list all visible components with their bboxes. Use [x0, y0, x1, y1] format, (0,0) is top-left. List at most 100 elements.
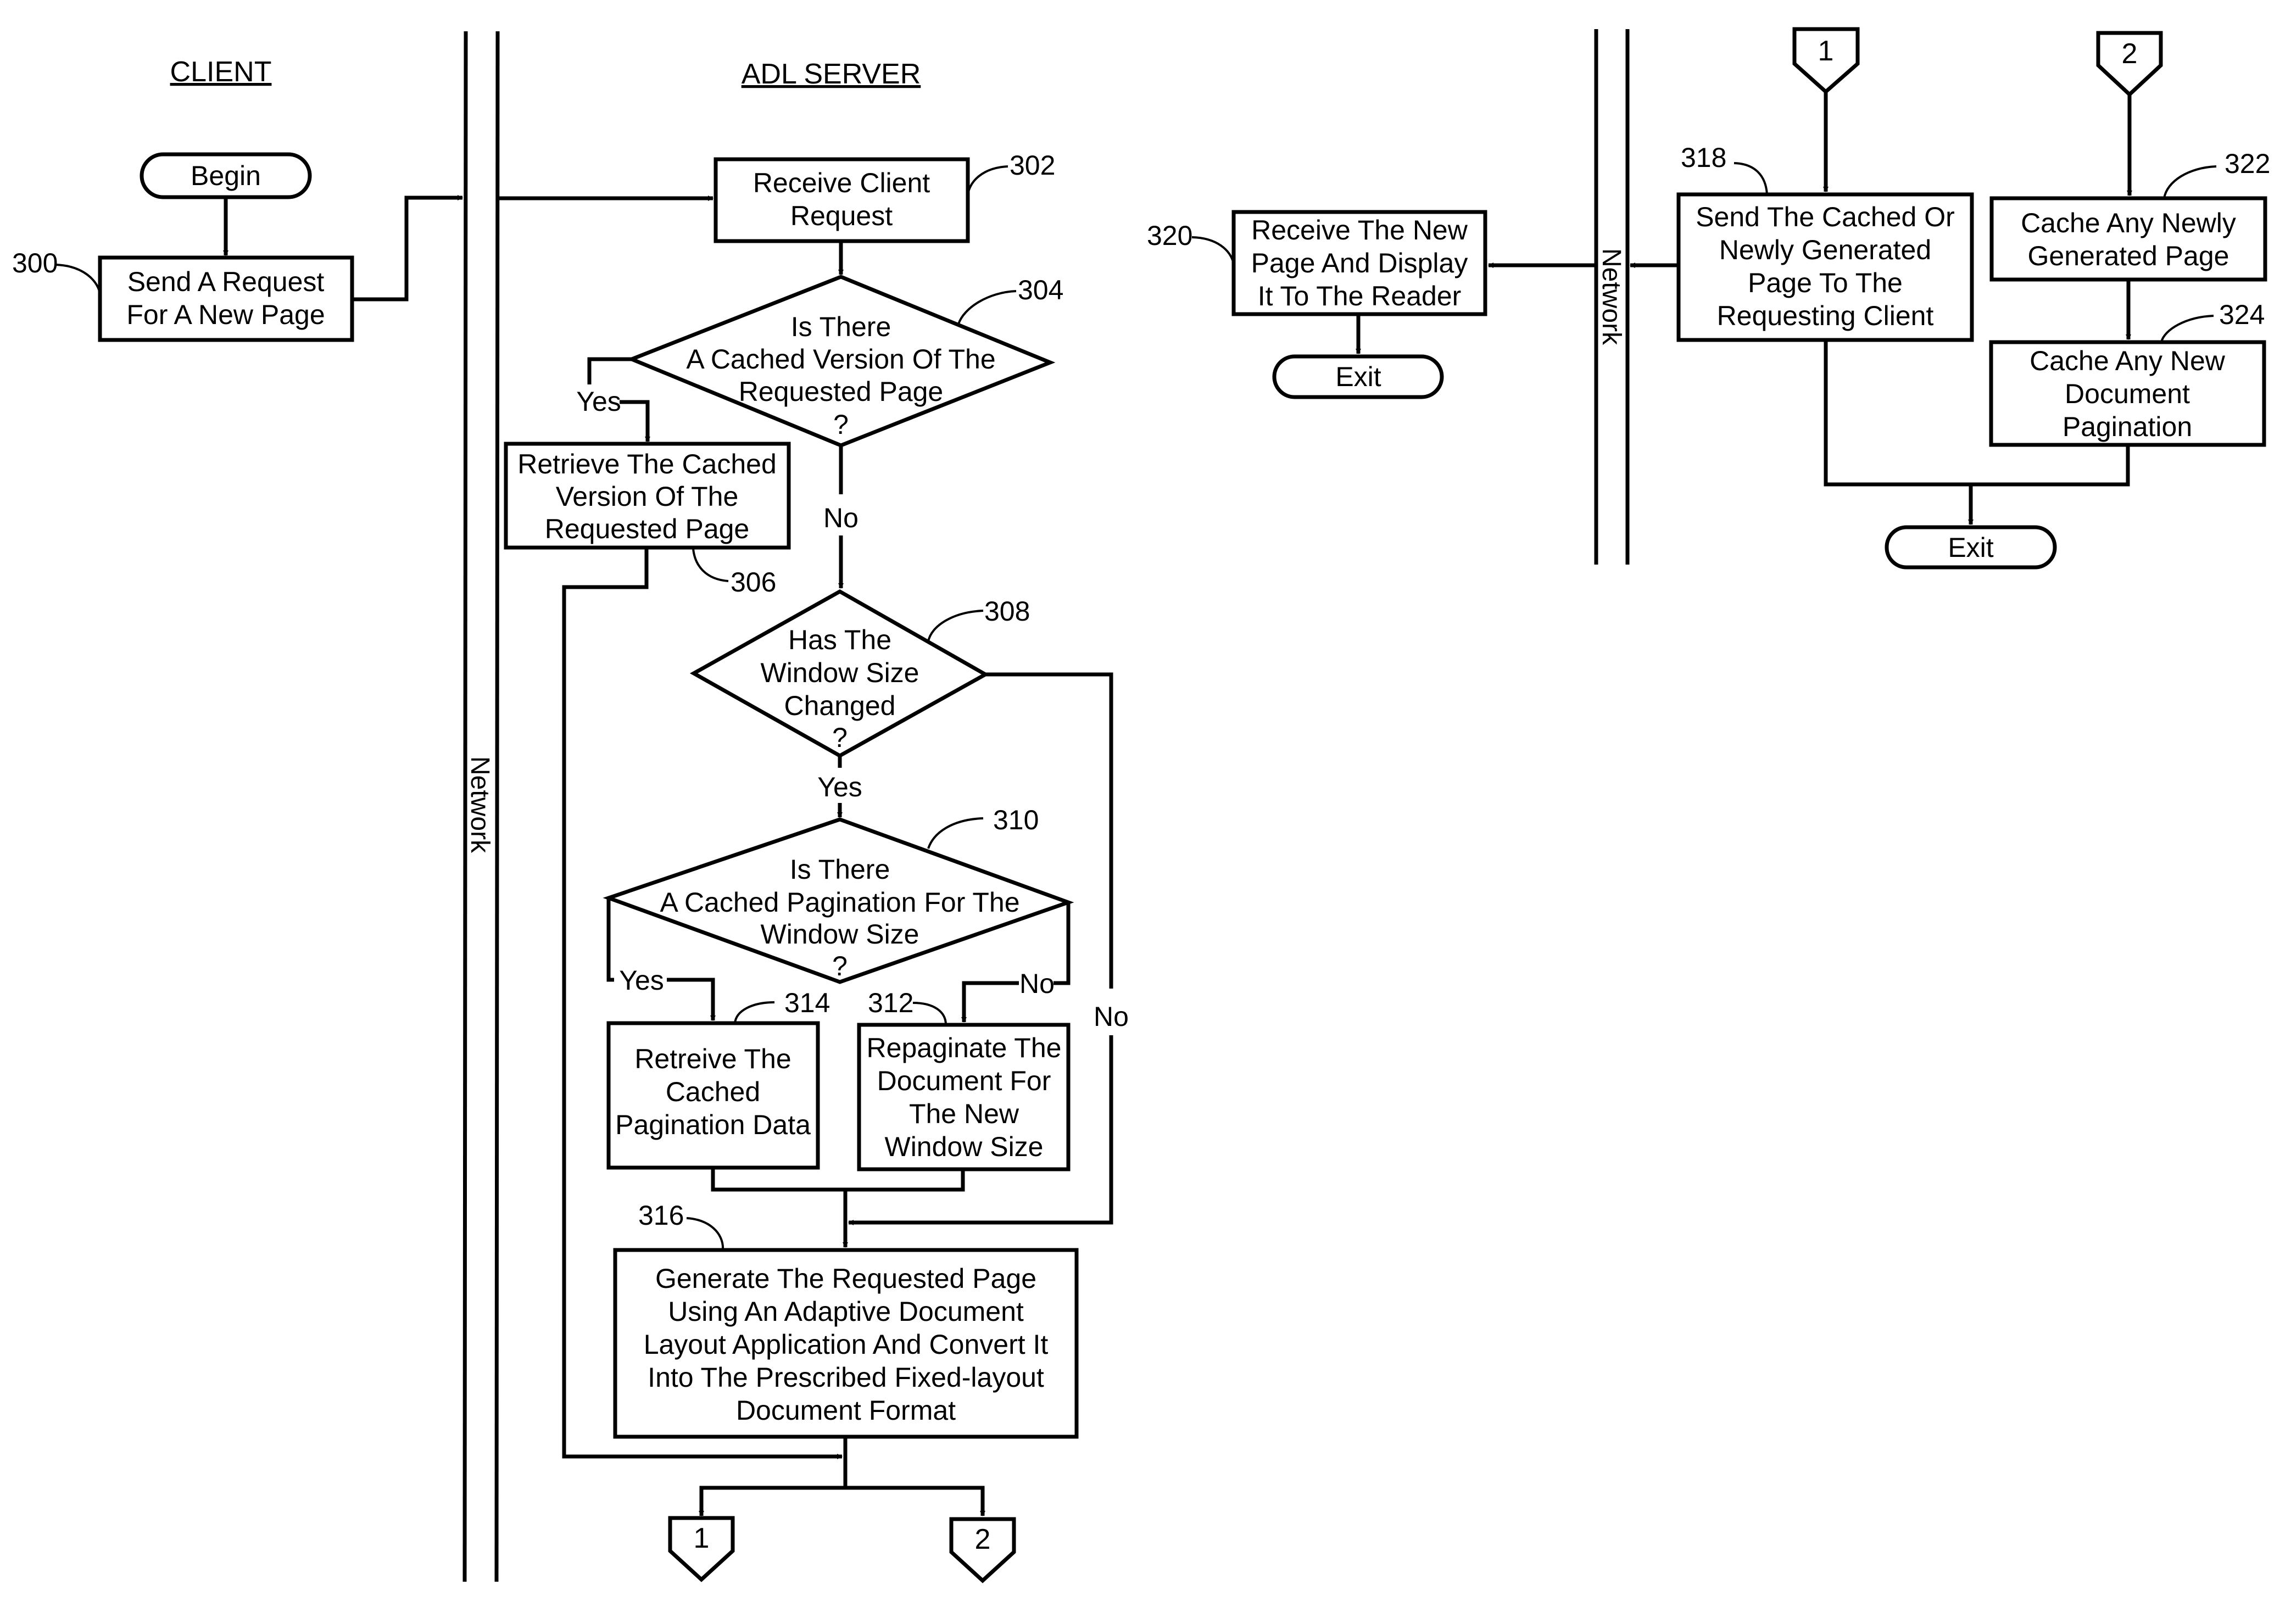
begin-terminator: Begin	[140, 152, 312, 199]
decision-304-line: A Cached Version Of The	[686, 344, 995, 375]
offpage-connector-1-out: 1	[668, 1516, 735, 1582]
ref-label-318: 318	[1681, 142, 1726, 173]
flowchart: CLIENT ADL SERVER Network Network Begin …	[12, 27, 2270, 1583]
ref-label-304: 304	[1018, 275, 1063, 305]
decision-304-line: Is There	[791, 311, 891, 342]
step-322-line: Cache Any Newly	[2021, 208, 2236, 238]
step-318-line: Send The Cached Or	[1696, 202, 1955, 232]
step-316-line: Using An Adaptive Document	[668, 1296, 1024, 1327]
step-314-line: Cached	[666, 1076, 760, 1107]
edge-label-yes: Yes	[576, 386, 621, 417]
edge-label-yes: Yes	[619, 965, 664, 996]
step-324-line: Document	[2065, 378, 2190, 409]
exit-label: Exit	[1948, 532, 1993, 563]
edge-304-yes	[587, 357, 632, 384]
step-314-line: Retreive The	[634, 1043, 791, 1074]
ref-leader	[967, 165, 1008, 196]
step-320-receive-display: Receive The New Page And Display It To T…	[1231, 210, 1487, 316]
network-label: Network	[1597, 248, 1626, 345]
offpage-connector-2-in: 2	[2096, 31, 2163, 97]
edge-label-no: No	[1019, 968, 1055, 999]
ref-label-306: 306	[731, 567, 776, 598]
ref-label-308: 308	[984, 596, 1030, 627]
ref-label-320: 320	[1147, 220, 1192, 251]
step-300-send-request: Send A Request For A New Page	[98, 255, 354, 342]
step-318-line: Newly Generated	[1719, 235, 1931, 265]
step-316-line: Document Format	[736, 1395, 956, 1426]
decision-308-line: Has The	[788, 624, 891, 655]
connector-label: 2	[2122, 38, 2138, 70]
offpage-connector-2-out: 2	[949, 1517, 1016, 1583]
step-318-line: Requesting Client	[1717, 300, 1934, 331]
step-316-line: Layout Application And Convert It	[644, 1329, 1049, 1360]
step-324-cache-pagination: Cache Any New Document Pagination	[1989, 340, 2266, 447]
decision-308-line: Window Size	[761, 657, 919, 688]
decision-308-line: ?	[832, 722, 848, 753]
step-316-line: Into The Prescribed Fixed-layout	[648, 1362, 1044, 1393]
step-300-line: Send A Request	[127, 266, 325, 297]
step-312-line: Repaginate The	[867, 1033, 1062, 1063]
step-312-line: The New	[909, 1098, 1019, 1129]
edge-310-yes-arrow	[667, 978, 716, 1021]
exit-terminator-server: Exit	[1885, 525, 2057, 570]
network-line	[494, 31, 500, 1582]
step-312-line: Window Size	[885, 1131, 1044, 1162]
ref-leader	[686, 1217, 724, 1251]
decision-308-line: Changed	[784, 690, 896, 721]
connector-label: 2	[975, 1523, 991, 1555]
ref-leader	[927, 610, 984, 642]
edge-310-no-arrow	[961, 981, 1019, 1023]
step-324-line: Cache Any New	[2030, 345, 2226, 376]
begin-label: Begin	[191, 160, 261, 191]
step-306-line: Version Of The	[556, 481, 739, 512]
step-312-line: Document For	[877, 1065, 1051, 1096]
ref-leader	[734, 1001, 775, 1024]
step-302-line: Receive Client	[753, 168, 930, 198]
step-316-line: Generate The Requested Page	[655, 1263, 1036, 1294]
ref-leader	[1191, 236, 1235, 264]
ref-label-322: 322	[2225, 148, 2270, 179]
decision-304-line: ?	[833, 409, 849, 440]
ref-label-316: 316	[638, 1200, 684, 1231]
network-band-right: Network	[1594, 29, 1630, 565]
network-label: Network	[465, 756, 494, 853]
decision-310-cached-pagination: Is There A Cached Pagination For The Win…	[603, 817, 1074, 984]
lane-header-server: ADL SERVER	[742, 58, 921, 90]
edge-310-yes	[606, 898, 614, 982]
ref-label-324: 324	[2219, 299, 2265, 330]
decision-304-line: Requested Page	[739, 376, 944, 407]
exit-terminator-client: Exit	[1272, 354, 1444, 399]
step-324-line: Pagination	[2063, 411, 2192, 442]
step-300-line: For A New Page	[126, 299, 325, 330]
exit-label: Exit	[1335, 361, 1381, 392]
ref-label-312: 312	[868, 987, 913, 1018]
ref-leader	[927, 817, 984, 849]
decision-310-line: Window Size	[761, 919, 919, 950]
edge-label-no: No	[823, 503, 859, 533]
offpage-connector-1-in: 1	[1792, 27, 1860, 94]
step-318-line: Page To The	[1748, 267, 1903, 298]
step-306-line: Retrieve The Cached	[517, 449, 777, 479]
step-322-line: Generated Page	[2028, 241, 2229, 271]
edge-split	[699, 1486, 985, 1515]
ref-leader	[2163, 165, 2217, 199]
decision-310-line: ?	[832, 951, 848, 981]
step-320-line: Receive The New	[1251, 215, 1468, 245]
edge-304-yes-arrow	[620, 400, 650, 442]
ref-leader	[2160, 315, 2214, 343]
ref-label-302: 302	[1010, 150, 1055, 181]
step-320-line: It To The Reader	[1258, 281, 1462, 311]
step-302-line: Request	[790, 200, 893, 231]
ref-label-314: 314	[784, 987, 830, 1018]
edge-label-no: No	[1094, 1001, 1129, 1032]
decision-310-line: Is There	[790, 854, 890, 885]
ref-label-310: 310	[993, 805, 1039, 835]
decision-304-cached-version: Is There A Cached Version Of The Request…	[626, 275, 1056, 448]
ref-leader	[1733, 162, 1768, 195]
step-302-receive-request: Receive Client Request	[714, 157, 970, 243]
step-320-line: Page And Display	[1251, 248, 1468, 278]
ref-leader	[692, 548, 729, 582]
step-322-cache-page: Cache Any Newly Generated Page	[1989, 196, 2267, 282]
arrow-300-to-network	[352, 195, 463, 302]
connector-label: 1	[694, 1522, 710, 1554]
